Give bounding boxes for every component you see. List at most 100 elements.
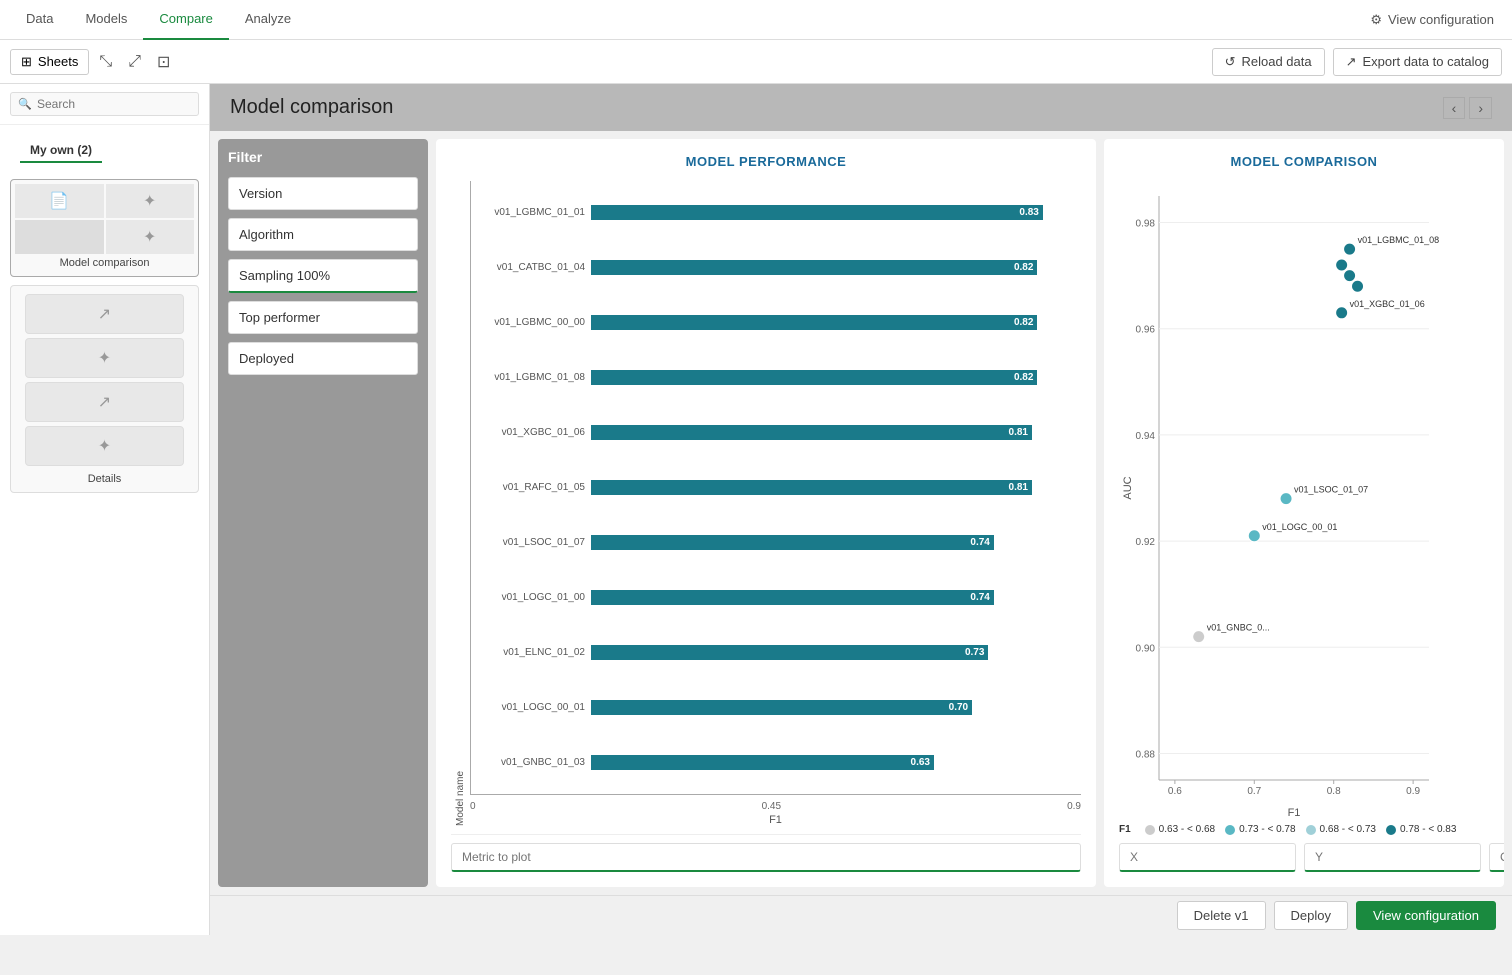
bar-row: v01_XGBC_01_060.81 <box>471 423 1081 443</box>
page-prev-button[interactable]: ‹ <box>1443 97 1466 119</box>
legend-dot-0 <box>1145 825 1155 835</box>
bar-label: v01_LOGC_00_01 <box>471 702 591 713</box>
card-label-details: Details <box>15 470 194 488</box>
filter-deployed[interactable]: Deployed <box>228 342 418 375</box>
svg-text:0.8: 0.8 <box>1327 786 1341 797</box>
scatter-svg: 0.60.70.80.90.880.900.920.940.960.98F1AU… <box>1119 181 1489 820</box>
detail-icon-1: ↗ <box>98 304 111 324</box>
deploy-button[interactable]: Deploy <box>1274 901 1348 930</box>
sheet-card-details[interactable]: ↗ ✦ ↗ ✦ Details <box>10 285 199 493</box>
main-container: 🔍 My own (2) 📄 ✦ ✦ <box>0 84 1512 935</box>
bar-fill: 0.82 <box>591 260 1037 275</box>
legend: F1 0.63 - < 0.68 0.73 - < 0.78 0.68 - < … <box>1119 824 1489 835</box>
detail-card-2: ✦ <box>25 338 184 378</box>
performance-chart-panel: MODEL PERFORMANCE Model name v01_LGBMC_0… <box>436 139 1096 887</box>
filter-top-performer[interactable]: Top performer <box>228 301 418 334</box>
toolbar-icon-btn-1[interactable]: ⤡ <box>93 49 118 75</box>
y-axis-input[interactable] <box>1304 843 1481 872</box>
legend-label-0: 0.63 - < 0.68 <box>1159 824 1215 835</box>
page-title: Model comparison <box>230 96 393 119</box>
bar-value: 0.70 <box>949 702 968 713</box>
reload-button[interactable]: ↺ Reload data <box>1212 48 1325 76</box>
bar-row: v01_GNBC_01_030.63 <box>471 753 1081 773</box>
legend-dot-1 <box>1306 825 1316 835</box>
svg-text:0.98: 0.98 <box>1136 219 1156 230</box>
content-body: Filter Version Algorithm Sampling 100% T… <box>210 131 1512 895</box>
bar-label: v01_LOGC_01_00 <box>471 592 591 603</box>
color-input[interactable] <box>1489 843 1504 872</box>
detail-icon-4: ✦ <box>98 436 111 456</box>
bar-fill: 0.81 <box>591 480 1032 495</box>
legend-prefix: F1 <box>1119 824 1131 835</box>
bar-value: 0.83 <box>1019 207 1038 218</box>
legend-label-2: 0.73 - < 0.78 <box>1239 824 1295 835</box>
view-config-button[interactable]: ⚙ View configuration <box>1362 8 1502 32</box>
toolbar-right: ↺ Reload data ↗ Export data to catalog <box>1212 48 1502 76</box>
bar-row: v01_LGBMC_01_01 0.83 <box>471 203 1081 223</box>
doc-icon: 📄 <box>49 191 69 211</box>
bar-row: v01_CATBC_01_040.82 <box>471 258 1081 278</box>
svg-text:0.9: 0.9 <box>1406 786 1420 797</box>
bar-row: v01_LSOC_01_07 0.74 <box>471 533 1081 553</box>
bar-label: v01_LSOC_01_07 <box>471 537 591 548</box>
export-button[interactable]: ↗ Export data to catalog <box>1333 48 1502 76</box>
sheet-card-model-comparison[interactable]: 📄 ✦ ✦ Model comparison <box>10 179 199 277</box>
grid-icon: ⊞ <box>21 54 32 70</box>
svg-text:0.7: 0.7 <box>1247 786 1261 797</box>
sidebar-section-label: My own (2) <box>20 135 102 163</box>
filter-version[interactable]: Version <box>228 177 418 210</box>
axis-inputs <box>1119 843 1489 872</box>
sheets-button[interactable]: ⊞ Sheets <box>10 49 89 75</box>
metric-bar <box>451 834 1081 872</box>
svg-text:v01_LSOC_01_07: v01_LSOC_01_07 <box>1294 485 1368 495</box>
bar-label: v01_XGBC_01_06 <box>471 427 591 438</box>
x-tick-0: 0 <box>470 801 476 812</box>
view-configuration-button[interactable]: View configuration <box>1356 901 1496 930</box>
page-nav: ‹ › <box>1443 97 1492 119</box>
nav-tab-compare[interactable]: Compare <box>143 0 228 40</box>
filter-sampling[interactable]: Sampling 100% <box>228 259 418 293</box>
bottom-bar: Delete v1 Deploy View configuration <box>210 895 1512 935</box>
bar-value: 0.74 <box>970 592 989 603</box>
svg-text:0.96: 0.96 <box>1136 325 1156 336</box>
search-input[interactable] <box>10 92 199 116</box>
bar-label: v01_ELNC_01_02 <box>471 647 591 658</box>
sheet-thumb-1a: 📄 <box>15 184 104 218</box>
sheet-thumb-1b: ✦ <box>106 184 195 218</box>
nav-tab-models[interactable]: Models <box>69 0 143 40</box>
legend-item-2: 0.73 - < 0.78 <box>1225 824 1295 835</box>
legend-item-0: 0.63 - < 0.68 <box>1145 824 1215 835</box>
filter-title: Filter <box>228 149 418 165</box>
bar-fill: 0.73 <box>591 645 988 660</box>
delete-button[interactable]: Delete v1 <box>1177 901 1266 930</box>
page-next-button[interactable]: › <box>1469 97 1492 119</box>
toolbar-icon-btn-3[interactable]: ⊡ <box>151 48 176 76</box>
detail-icon-3: ↗ <box>98 392 111 412</box>
bar-label: v01_LGBMC_01_01 <box>471 207 591 218</box>
bar-fill: 0.74 <box>591 535 994 550</box>
legend-item-1: 0.68 - < 0.73 <box>1306 824 1376 835</box>
svg-text:0.92: 0.92 <box>1136 537 1156 548</box>
bar-fill: 0.74 <box>591 590 994 605</box>
svg-text:AUC: AUC <box>1122 476 1134 499</box>
detail-card-4: ✦ <box>25 426 184 466</box>
svg-text:v01_XGBC_01_06: v01_XGBC_01_06 <box>1350 299 1425 309</box>
toolbar-icon-btn-2[interactable]: ⤢ <box>122 49 147 75</box>
nav-tab-analyze[interactable]: Analyze <box>229 0 307 40</box>
bar-fill: 0.83 <box>591 205 1043 220</box>
metric-to-plot-input[interactable] <box>451 843 1081 872</box>
export-icon: ↗ <box>1346 54 1357 70</box>
bar-row: v01_LOGC_01_00 0.74 <box>471 588 1081 608</box>
bar-value: 0.74 <box>970 537 989 548</box>
legend-label-3: 0.78 - < 0.83 <box>1400 824 1456 835</box>
nav-tab-data[interactable]: Data <box>10 0 69 40</box>
bar-fill: 0.70 <box>591 700 972 715</box>
toolbar-left: ⊞ Sheets ⤡ ⤢ ⊡ <box>10 48 176 76</box>
filter-algorithm[interactable]: Algorithm <box>228 218 418 251</box>
bar-row: v01_LGBMC_00_000.82 <box>471 313 1081 333</box>
bar-fill: 0.82 <box>591 370 1037 385</box>
legend-dot-3 <box>1386 825 1396 835</box>
x-axis-label: F1 <box>470 814 1081 826</box>
x-axis-input[interactable] <box>1119 843 1296 872</box>
bar-fill: 0.81 <box>591 425 1032 440</box>
